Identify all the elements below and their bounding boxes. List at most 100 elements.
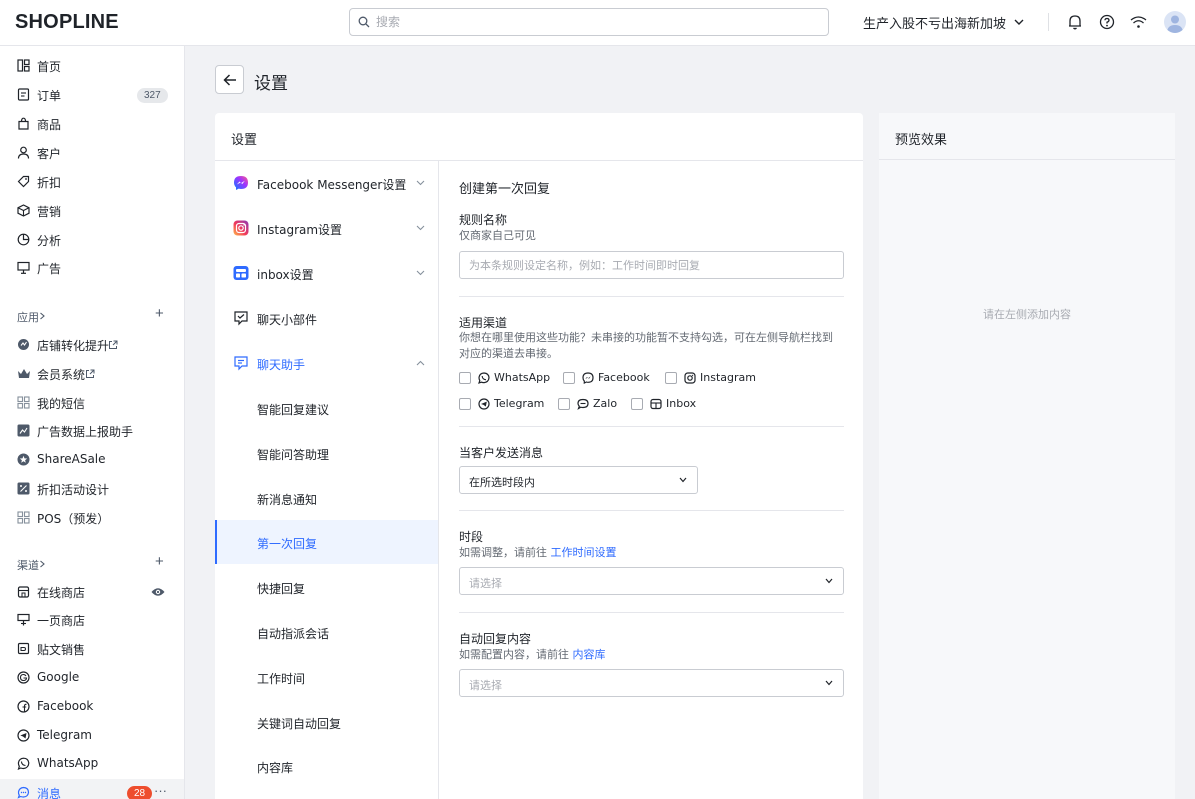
- sidebar-item-facebook[interactable]: Facebook: [0, 693, 184, 721]
- sidebar-item-label: WhatsApp: [37, 756, 99, 770]
- sidebar-item-whatsapp[interactable]: WhatsApp: [0, 750, 184, 778]
- back-button[interactable]: [215, 65, 244, 94]
- menu-item-instagram[interactable]: Instagram设置: [215, 206, 438, 250]
- content-select[interactable]: 请选择: [459, 669, 844, 697]
- channels-help-line: 对应的渠道去串接。: [459, 347, 558, 360]
- sidebar-item-label: 广告: [37, 262, 62, 276]
- content-help-text: 如需配置内容，请前往: [459, 648, 573, 661]
- sidebar-item-ad-reporting[interactable]: 广告数据上报助手: [0, 417, 184, 445]
- eye-icon[interactable]: [151, 586, 165, 598]
- channels-help-line: 你想在哪里使用这些功能？未串接的功能暂不支持勾选，可在左侧导航栏找到: [459, 331, 833, 344]
- sidebar-item-ads[interactable]: 广告: [0, 254, 184, 282]
- telegram-icon: [17, 729, 30, 742]
- sidebar-item-products[interactable]: 商品: [0, 110, 184, 138]
- menu-item-chat-widget[interactable]: 聊天小部件: [215, 296, 438, 340]
- checkbox[interactable]: [558, 398, 570, 410]
- sidebar-item-membership[interactable]: 会员系统: [0, 360, 184, 388]
- submenu-item-working-hours[interactable]: 工作时间: [215, 655, 438, 699]
- submenu-item-label: 自动指派会话: [257, 627, 330, 641]
- divider: [438, 161, 439, 799]
- submenu-item-auto-assign[interactable]: 自动指派会话: [215, 610, 438, 654]
- menu-item-inbox[interactable]: inbox设置: [215, 251, 438, 295]
- channels-section-label[interactable]: 渠道: [17, 557, 39, 573]
- sidebar-item-shareasale[interactable]: ShareASale: [0, 446, 184, 474]
- checkbox[interactable]: [563, 372, 575, 384]
- more-icon[interactable]: ···: [154, 783, 167, 798]
- sidebar-item-online-store[interactable]: 在线商店: [0, 578, 184, 606]
- onepage-icon: [17, 613, 30, 626]
- content-library-link[interactable]: 内容库: [573, 648, 606, 661]
- chevron-down-icon: [416, 270, 425, 276]
- external-link-icon: [109, 340, 118, 349]
- sidebar-item-marketing[interactable]: 营销: [0, 197, 184, 225]
- sidebar-item-label: 一页商店: [37, 614, 86, 628]
- chevron-down-icon[interactable]: [1013, 16, 1025, 28]
- sidebar-item-sms[interactable]: 我的短信: [0, 389, 184, 417]
- sidebar-item-customers[interactable]: 客户: [0, 139, 184, 167]
- sidebar-item-discounts[interactable]: 折扣: [0, 168, 184, 196]
- sidebar-item-one-page-store[interactable]: 一页商店: [0, 606, 184, 634]
- sidebar-item-discount-design[interactable]: 折扣活动设计: [0, 475, 184, 503]
- whatsapp-icon: [17, 757, 30, 770]
- apps-section-label[interactable]: 应用: [17, 309, 39, 325]
- search-box[interactable]: [349, 8, 829, 36]
- menu-item-facebook-messenger[interactable]: Facebook Messenger设置: [215, 161, 438, 205]
- submenu-item-first-reply[interactable]: 第一次回复: [215, 520, 438, 564]
- content-placeholder: 请选择: [469, 679, 502, 692]
- help-icon[interactable]: [1099, 14, 1115, 30]
- period-select[interactable]: 请选择: [459, 567, 844, 595]
- sidebar-item-label: 店铺转化提升: [37, 339, 110, 353]
- preview-empty-text: 请在左侧添加内容: [983, 308, 1071, 321]
- avatar[interactable]: [1164, 11, 1186, 33]
- checkbox[interactable]: [665, 372, 677, 384]
- checkbox[interactable]: [631, 398, 643, 410]
- sidebar-item-google[interactable]: Google: [0, 664, 184, 692]
- submenu-item-smart-reply[interactable]: 智能回复建议: [215, 386, 438, 430]
- sidebar-item-home[interactable]: 首页: [0, 52, 184, 80]
- submenu-item-smart-qa[interactable]: 智能问答助理: [215, 431, 438, 475]
- shopline-logo[interactable]: SHOPLINE: [15, 11, 119, 34]
- sidebar-item-orders[interactable]: 订单 327: [0, 81, 184, 109]
- store-switcher[interactable]: 生产入股不亏出海新加坡: [863, 13, 1006, 32]
- sidebar-item-conversion[interactable]: 店铺转化提升: [0, 331, 184, 359]
- sidebar-item-label: 在线商店: [37, 586, 86, 600]
- sidebar-item-label: 折扣: [37, 176, 62, 190]
- sidebar-item-label: 客户: [37, 147, 62, 161]
- checkbox[interactable]: [459, 372, 471, 384]
- order-count-badge: 327: [137, 88, 168, 103]
- bell-icon[interactable]: [1068, 14, 1082, 30]
- menu-item-chat-assistant[interactable]: 聊天助手: [215, 341, 438, 385]
- chevron-right-icon: [40, 312, 45, 320]
- rule-name-label: 规则名称: [459, 213, 508, 227]
- add-channel-button[interactable]: +: [155, 553, 164, 570]
- submenu-item-new-message-notice[interactable]: 新消息通知: [215, 476, 438, 520]
- add-app-button[interactable]: +: [155, 305, 164, 322]
- sidebar-item-messages[interactable]: 消息 28 ···: [0, 779, 184, 799]
- submenu-item-keyword-reply[interactable]: 关键词自动回复: [215, 700, 438, 744]
- wifi-icon[interactable]: [1130, 15, 1147, 29]
- submenu-item-quick-reply[interactable]: 快捷回复: [215, 565, 438, 609]
- product-icon: [18, 117, 29, 130]
- sidebar-item-telegram[interactable]: Telegram: [0, 722, 184, 750]
- submenu-item-content-library[interactable]: 内容库: [215, 744, 438, 788]
- sidebar-item-post-sales[interactable]: 贴文销售: [0, 635, 184, 663]
- sidebar-item-label: 贴文销售: [37, 643, 86, 657]
- form-title: 创建第一次回复: [459, 182, 551, 197]
- rule-name-help: 仅商家自己可见: [459, 229, 536, 242]
- search-input[interactable]: [376, 13, 816, 31]
- rule-name-field[interactable]: [459, 251, 844, 279]
- instagram-icon: [684, 372, 696, 384]
- sidebar-item-label: 订单: [37, 89, 62, 103]
- analytics-icon: [17, 233, 30, 246]
- sidebar-item-pos[interactable]: POS（预发）: [0, 504, 184, 532]
- content-help: 如需配置内容，请前往 内容库: [459, 647, 606, 663]
- checkbox-label: Zalo: [593, 397, 618, 410]
- trigger-select[interactable]: 在所选时段内: [459, 466, 698, 494]
- top-bar: SHOPLINE 生产入股不亏出海新加坡: [0, 0, 1195, 46]
- sidebar-item-analytics[interactable]: 分析: [0, 226, 184, 254]
- rule-name-input[interactable]: [469, 257, 829, 273]
- checkbox[interactable]: [459, 398, 471, 410]
- post-icon: [17, 642, 30, 655]
- sidebar-item-label: Google: [37, 670, 80, 684]
- working-hours-settings-link[interactable]: 工作时间设置: [551, 546, 617, 559]
